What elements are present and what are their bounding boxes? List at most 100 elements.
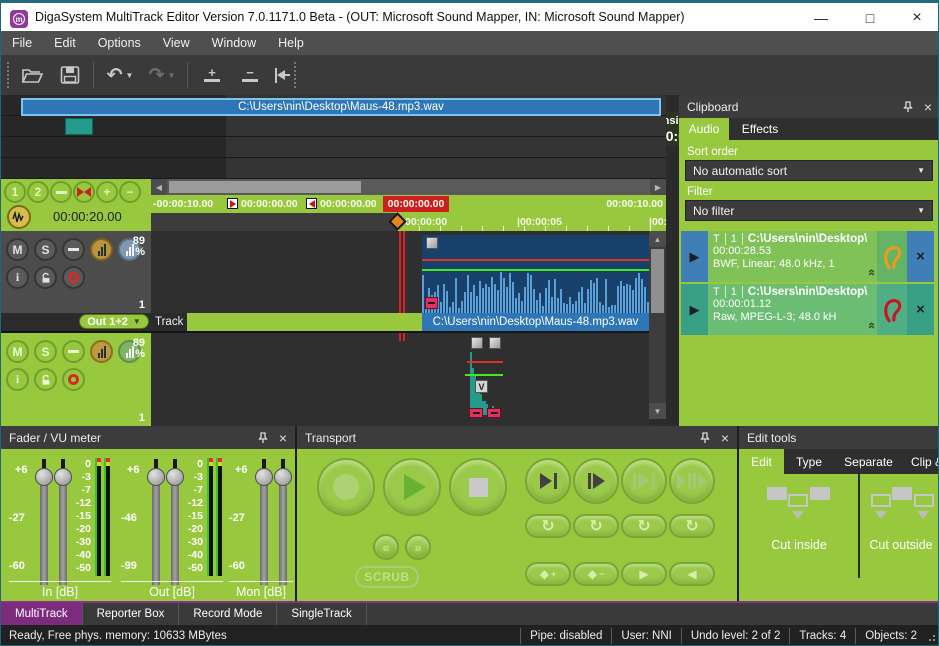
timeline-scrollbar[interactable]: ◀ ▶ — [151, 179, 666, 195]
fader-knob[interactable] — [35, 468, 53, 486]
item-prelisten-icon[interactable] — [877, 284, 907, 335]
track2-mute-button[interactable]: M — [6, 340, 29, 363]
fader-knob[interactable] — [274, 468, 292, 486]
track1-meter-gold-icon[interactable] — [90, 238, 113, 261]
fader-knob[interactable] — [255, 468, 273, 486]
item-play-button[interactable]: ▶ — [681, 284, 708, 335]
track1-output-select[interactable]: Out 1+2▼ — [79, 314, 149, 329]
fader-slider[interactable] — [54, 459, 72, 589]
redo-icon[interactable]: ↷▼ — [143, 61, 181, 89]
cut-outside-label[interactable]: Cut outside — [861, 538, 939, 552]
play-between-marks-button[interactable] — [621, 458, 667, 504]
rewind-button[interactable]: « — [373, 534, 399, 560]
clip-green-line[interactable] — [465, 374, 503, 376]
tab-type[interactable]: Type — [784, 449, 834, 474]
scrollbar-thumb[interactable] — [169, 181, 361, 193]
track1-clip-label[interactable]: C:\Users\nin\Desktop\Maus-48.mp3.wav — [422, 313, 649, 331]
tab-audio[interactable]: Audio — [679, 118, 729, 140]
track2-record-button[interactable] — [62, 368, 85, 391]
loop-button[interactable]: ↻ — [525, 514, 571, 538]
loop-button[interactable]: ↻ — [621, 514, 667, 538]
tab-clip-in[interactable]: Clip & In — [903, 449, 939, 474]
close-panel-icon[interactable]: × — [721, 430, 729, 446]
play-around-marks-button[interactable] — [669, 458, 715, 504]
soundhead-time-badge[interactable]: 00:00:00.00 — [383, 196, 449, 212]
close-panel-icon[interactable]: × — [279, 430, 287, 446]
fader-slider[interactable] — [35, 459, 53, 589]
track2-lane[interactable] — [151, 333, 649, 426]
play-button[interactable] — [383, 458, 441, 516]
loop-button[interactable]: ↻ — [669, 514, 715, 538]
zoom-out-button[interactable]: − — [119, 181, 141, 203]
fader-knob[interactable] — [147, 468, 165, 486]
remove-marker-button[interactable]: ◆− — [573, 562, 619, 586]
tab-effects[interactable]: Effects — [729, 118, 791, 140]
cut-inside-label[interactable]: Cut inside — [749, 538, 849, 552]
resize-grip[interactable] — [926, 628, 938, 644]
clip-handle-icon[interactable] — [426, 237, 438, 249]
mark-in-flag-icon[interactable] — [227, 198, 238, 209]
track1-lock-icon[interactable] — [34, 266, 57, 289]
clip-handle-icon[interactable] — [489, 337, 501, 349]
zoom-preset-2-button[interactable]: 2 — [27, 181, 49, 203]
add-marker-button[interactable]: ◆+ — [525, 562, 571, 586]
clipboard-item[interactable]: ▶ T1C:\Users\nin\Desktop\ 00:00:28.53 BW… — [681, 231, 934, 282]
clipboard-item[interactable]: ▶ T1C:\Users\nin\Desktop\ 00:00:01.12 Ra… — [681, 284, 934, 335]
pin-icon[interactable] — [700, 432, 710, 444]
tab-singletrack[interactable]: SingleTrack — [277, 603, 366, 625]
loop-button[interactable]: ↻ — [573, 514, 619, 538]
item-prelisten-icon[interactable] — [877, 231, 907, 282]
clip-minus-handle-icon[interactable] — [425, 297, 438, 309]
expand-chevrons-icon[interactable]: « — [865, 269, 877, 276]
zoom-in-button[interactable]: + — [96, 181, 118, 203]
stop-button[interactable] — [449, 458, 507, 516]
track1-info-button[interactable]: i — [6, 266, 29, 289]
zoom-out-icon[interactable]: − — [235, 61, 265, 89]
open-file-icon[interactable] — [17, 61, 47, 89]
track2-lock-icon[interactable] — [34, 368, 57, 391]
menu-edit[interactable]: Edit — [43, 36, 87, 50]
clip-red-line[interactable] — [422, 259, 649, 261]
track2-meter-gold-icon[interactable] — [90, 340, 113, 363]
ruler-markers-row[interactable]: -00:00:10.00 00:00:00.00 00:00:00.00 00:… — [151, 195, 666, 213]
tab-edit[interactable]: Edit — [739, 449, 784, 474]
menu-window[interactable]: Window — [201, 36, 267, 50]
close-button[interactable]: × — [900, 5, 934, 31]
record-button[interactable] — [317, 458, 375, 516]
pin-icon[interactable] — [903, 101, 913, 113]
zoom-preset-1-button[interactable]: 1 — [4, 181, 26, 203]
menu-help[interactable]: Help — [267, 36, 315, 50]
scroll-right-icon[interactable]: ▶ — [650, 179, 666, 195]
prev-marker-button[interactable]: ◀ — [669, 562, 715, 586]
cut-inside-icon[interactable] — [767, 484, 831, 526]
tracks-vscrollbar[interactable]: ▲ ▼ — [649, 231, 666, 419]
clip-minus-handle-icon[interactable] — [469, 408, 483, 418]
timeline-ruler[interactable]: 00:00:00 |00:00:05 |00: — [151, 213, 666, 231]
goto-marker-icon[interactable] — [271, 61, 293, 89]
fader-slider[interactable] — [274, 459, 292, 589]
vscrollbar-thumb[interactable] — [651, 249, 664, 313]
track1-clip[interactable] — [422, 235, 649, 313]
overview-clip[interactable]: C:\Users\nin\Desktop\Maus-48.mp3.wav — [21, 98, 661, 116]
clip-handle-icon[interactable] — [471, 337, 483, 349]
volume-point-handle[interactable]: V — [475, 380, 488, 393]
scrub-wheel-icon[interactable] — [7, 205, 31, 229]
fader-slider[interactable] — [147, 459, 165, 589]
tab-multitrack[interactable]: MultiTrack — [1, 603, 83, 625]
item-body[interactable]: T1C:\Users\nin\Desktop\ 00:00:28.53 BWF,… — [708, 231, 877, 282]
undo-icon[interactable]: ↶▼ — [101, 61, 139, 89]
item-play-button[interactable]: ▶ — [681, 231, 708, 282]
track2-info-button[interactable]: i — [6, 368, 29, 391]
scroll-down-icon[interactable]: ▼ — [649, 403, 666, 419]
cut-outside-icon[interactable] — [871, 484, 935, 526]
menu-options[interactable]: Options — [87, 36, 152, 50]
play-to-mark-button[interactable] — [525, 458, 571, 504]
minimize-button[interactable]: — — [804, 5, 838, 31]
item-body[interactable]: T1C:\Users\nin\Desktop\ 00:00:01.12 Raw,… — [708, 284, 877, 335]
clip-minus-handle-icon[interactable] — [487, 408, 501, 418]
close-panel-icon[interactable]: × — [924, 99, 932, 115]
track1-mute-button[interactable]: M — [6, 238, 29, 261]
forward-button[interactable]: » — [405, 534, 431, 560]
item-delete-button[interactable]: × — [907, 284, 934, 335]
menu-view[interactable]: View — [152, 36, 201, 50]
